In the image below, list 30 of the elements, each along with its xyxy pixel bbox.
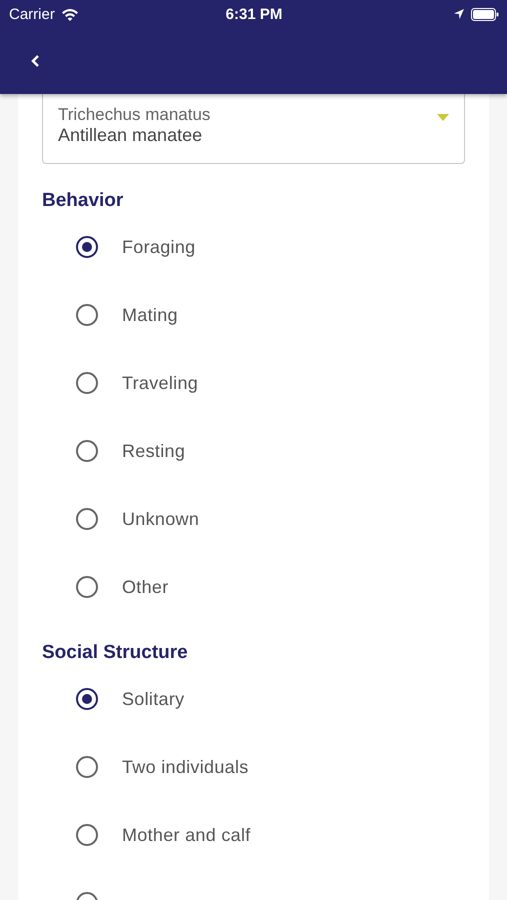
radio-button[interactable] [76, 236, 98, 258]
common-name: Antillean manatee [58, 124, 204, 146]
wifi-icon [60, 8, 79, 20]
radio-button[interactable] [76, 576, 98, 598]
dropdown-caret-icon [437, 114, 449, 121]
clock-time: 6:31 PM [226, 6, 282, 22]
radio-button[interactable] [76, 508, 98, 530]
option-label: Foraging [122, 236, 196, 258]
radio-button[interactable] [76, 304, 98, 326]
carrier-name: Carrier [9, 6, 55, 22]
radio-button[interactable] [76, 688, 98, 710]
radio-button[interactable] [76, 440, 98, 462]
scientific-name: Trichechus manatus [58, 106, 210, 124]
option-label: Solitary [122, 688, 184, 710]
back-chevron-icon [30, 54, 42, 68]
option-label: Unknown [122, 508, 200, 530]
radio-button[interactable] [76, 756, 98, 778]
radio-button[interactable] [76, 372, 98, 394]
option-label: Two individuals [122, 756, 249, 778]
section-heading: Behavior [42, 189, 124, 213]
option-label: Traveling [122, 372, 198, 394]
radio-button[interactable] [76, 824, 98, 846]
option-label: Other [122, 576, 169, 598]
section-heading: Social Structure [42, 641, 189, 665]
option-label: Mother and calf [122, 824, 251, 846]
species-dropdown[interactable]: Trichechus manatus Antillean manatee [42, 94, 465, 164]
option-label: Mating [122, 304, 178, 326]
battery-icon [470, 8, 499, 20]
option-label: Resting [122, 440, 186, 462]
location-arrow-icon [452, 8, 465, 20]
